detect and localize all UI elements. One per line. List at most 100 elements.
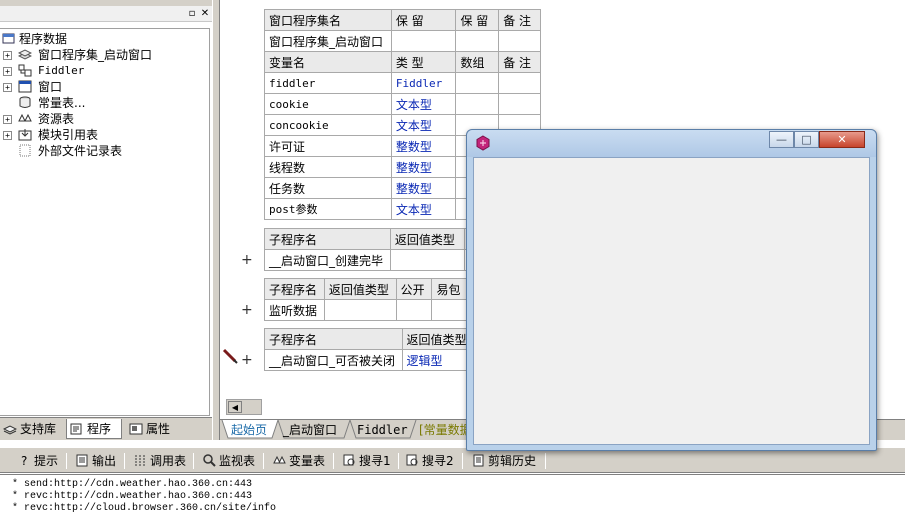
tab-constant-data[interactable]: [常量数据: [419, 420, 472, 440]
cell[interactable]: [395, 299, 433, 321]
table-row[interactable]: fiddler Fiddler: [264, 72, 541, 94]
table-row[interactable]: 监听数据: [264, 299, 474, 321]
tree-root-label: 程序数据: [19, 32, 68, 46]
cell[interactable]: [498, 93, 541, 115]
search2-button[interactable]: 搜寻2: [404, 451, 454, 471]
window-client-area[interactable]: [473, 157, 870, 445]
app-icon: [476, 135, 490, 151]
tree-item-resources[interactable]: + 资源表: [0, 111, 200, 127]
cell[interactable]: [498, 72, 541, 94]
var-name-cell[interactable]: 任务数: [264, 177, 392, 199]
expand-subroutine-icon[interactable]: +: [241, 303, 253, 317]
window-titlebar[interactable]: — □ ✕: [467, 130, 876, 157]
cell[interactable]: [389, 249, 465, 271]
pin-icon[interactable]: ▫: [186, 8, 198, 20]
tree-item-constants[interactable]: 常量表...: [0, 95, 200, 111]
cell[interactable]: [323, 299, 397, 321]
panel-splitter[interactable]: [212, 0, 220, 440]
cell[interactable]: [455, 93, 500, 115]
call-table-button[interactable]: 调用表: [132, 451, 186, 471]
expand-icon[interactable]: +: [3, 67, 12, 76]
watch-button[interactable]: 监视表: [201, 451, 255, 471]
toolbar-separator: [263, 453, 264, 469]
variable-table-button[interactable]: 变量表: [271, 451, 325, 471]
table-row[interactable]: __启动窗口_创建完毕: [264, 249, 485, 271]
var-name-cell[interactable]: concookie: [264, 114, 392, 136]
program-tree: 程序数据 + 窗口程序集_启动窗口 + Fiddler + 窗口 常量表... …: [0, 28, 210, 416]
tree-item-fiddler[interactable]: + Fiddler: [0, 63, 200, 79]
tab-label: 程序: [87, 422, 112, 436]
expand-icon[interactable]: +: [3, 51, 12, 60]
table-row[interactable]: 窗口程序集_启动窗口: [264, 30, 541, 52]
tree-item-module-refs[interactable]: + 模块引用表: [0, 127, 200, 143]
var-type-cell[interactable]: Fiddler: [390, 72, 457, 94]
expand-subroutine-icon[interactable]: +: [241, 253, 253, 267]
var-name-cell[interactable]: fiddler: [264, 72, 392, 94]
cell[interactable]: [498, 30, 541, 52]
subroutine-table-2: 子程序名 返回值类型 公开 易包 监听数据: [264, 278, 474, 321]
library-icon: [3, 425, 17, 435]
var-type-cell[interactable]: 文本型: [390, 198, 457, 220]
tab-program[interactable]: 程序: [66, 419, 122, 439]
expand-icon[interactable]: +: [3, 115, 12, 124]
var-name-cell[interactable]: 线程数: [264, 156, 392, 178]
var-type-cell[interactable]: 文本型: [390, 114, 457, 136]
search2-icon: [406, 454, 418, 466]
header-cell: 保 留: [390, 9, 457, 31]
tree-item-window[interactable]: + 窗口: [0, 79, 200, 95]
button-label: 剪辑历史: [488, 454, 537, 468]
tab-start-page[interactable]: 起始页: [231, 420, 267, 440]
assembly-icon: [18, 49, 32, 60]
tab-support-library[interactable]: 支持库: [0, 419, 64, 439]
button-label: 提示: [34, 454, 59, 468]
subroutine-name-cell[interactable]: __启动窗口_创建完毕: [264, 249, 391, 271]
cell[interactable]: [390, 30, 457, 52]
toolbar-separator: [545, 453, 546, 469]
external-file-icon: [19, 144, 31, 157]
var-name-cell[interactable]: post参数: [264, 198, 392, 220]
close-icon[interactable]: ✕: [199, 8, 211, 20]
tree-item-label: 常量表...: [38, 96, 86, 110]
var-name-cell[interactable]: cookie: [264, 93, 392, 115]
output-panel[interactable]: * send:http://cdn.weather.hao.360.cn:443…: [0, 474, 905, 517]
tab-properties[interactable]: 属性: [126, 419, 182, 439]
scroll-left-icon[interactable]: ◀: [228, 401, 242, 413]
var-type-cell[interactable]: 整数型: [390, 156, 457, 178]
expand-icon[interactable]: +: [3, 131, 12, 140]
var-name-cell[interactable]: 许可证: [264, 135, 392, 157]
hint-button[interactable]: ? 提示: [16, 451, 58, 471]
variable-table-icon: [273, 455, 286, 464]
expand-icon[interactable]: +: [3, 83, 12, 92]
minimize-button[interactable]: —: [769, 131, 794, 148]
tree-item-assembly[interactable]: + 窗口程序集_启动窗口: [0, 47, 200, 63]
clipboard-history-button[interactable]: 剪辑历史: [470, 451, 536, 471]
assembly-name-cell[interactable]: 窗口程序集_启动窗口: [264, 30, 392, 52]
breakpoint-pen-icon[interactable]: [222, 348, 238, 364]
cell[interactable]: [455, 30, 500, 52]
table-row[interactable]: __启动窗口_可否被关闭 逻辑型: [264, 349, 474, 371]
var-type-cell[interactable]: 整数型: [390, 135, 457, 157]
header-cell: 返回值类型: [389, 228, 465, 250]
header-cell: 子程序名: [264, 228, 391, 250]
tree-item-external-files[interactable]: 外部文件记录表: [0, 143, 200, 159]
subroutine-name-cell[interactable]: 监听数据: [264, 299, 325, 321]
table-row: 子程序名 返回值类型: [264, 228, 485, 250]
expand-subroutine-icon[interactable]: +: [241, 353, 253, 367]
subroutine-name-cell[interactable]: __启动窗口_可否被关闭: [264, 349, 403, 371]
tree-item-label: 窗口程序集_启动窗口: [38, 48, 153, 62]
button-label: 变量表: [289, 454, 326, 468]
close-button[interactable]: ✕: [819, 131, 865, 148]
toolbar-separator: [462, 453, 463, 469]
var-type-cell[interactable]: 整数型: [390, 177, 457, 199]
output-button[interactable]: 输出: [74, 451, 116, 471]
search1-button[interactable]: 搜寻1: [341, 451, 391, 471]
var-type-cell[interactable]: 文本型: [390, 93, 457, 115]
cell[interactable]: [455, 72, 500, 94]
table-row[interactable]: cookie 文本型: [264, 93, 541, 115]
maximize-button[interactable]: □: [794, 131, 819, 148]
tree-root[interactable]: 程序数据: [0, 31, 200, 47]
tab-fiddler[interactable]: Fiddler: [357, 420, 408, 440]
tree-item-label: 窗口: [38, 80, 63, 94]
return-type-cell[interactable]: 逻辑型: [401, 349, 474, 371]
tab-startup-window[interactable]: _启动窗口: [283, 420, 337, 440]
